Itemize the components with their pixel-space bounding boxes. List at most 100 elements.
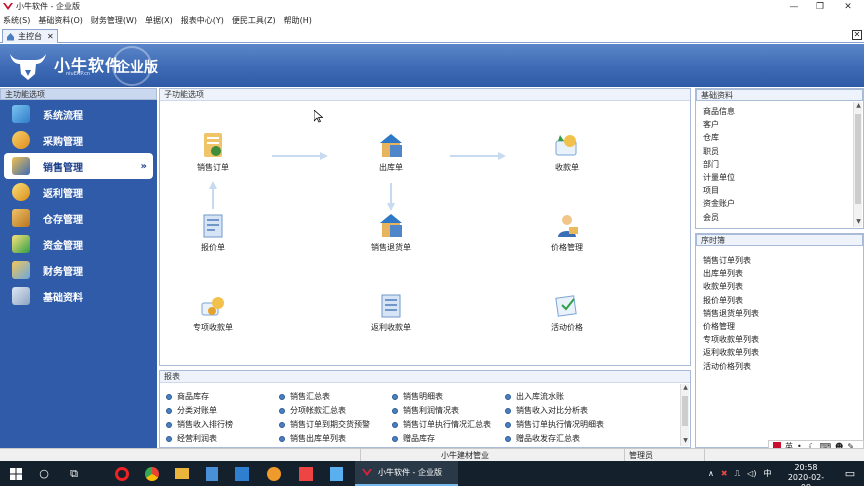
scroll-up-icon[interactable]: ▲ bbox=[854, 102, 863, 111]
sequence-link[interactable]: 返利收款单列表 bbox=[703, 346, 863, 359]
node-receipt[interactable]: 收款单 bbox=[532, 131, 602, 173]
report-link[interactable]: 销售出库单列表 bbox=[279, 433, 392, 444]
app-paper-icon[interactable] bbox=[326, 464, 346, 483]
report-link[interactable]: 分项帐款汇总表 bbox=[279, 405, 392, 416]
taskbar-clock[interactable]: 20:58 2020-02-09 bbox=[786, 463, 826, 486]
base-data-link[interactable]: 客户 bbox=[703, 118, 863, 131]
node-sales-return[interactable]: 销售退货单 bbox=[356, 211, 426, 253]
windows-start-icon[interactable] bbox=[6, 464, 26, 483]
report-bullet-icon bbox=[392, 407, 398, 414]
rebate-receipt-icon bbox=[381, 294, 401, 318]
nav-item-rebate[interactable]: 返利管理 bbox=[0, 179, 157, 205]
nav-item-funds[interactable]: 资金管理 bbox=[0, 231, 157, 257]
sequence-panel: 序时簿 销售订单列表 出库单列表 收款单列表 报价单列表 销售退货单列表 价格管… bbox=[695, 233, 864, 448]
report-link[interactable]: 商品库存 bbox=[166, 391, 279, 402]
minimize-icon[interactable]: — bbox=[780, 0, 808, 13]
report-link[interactable]: 销售收入对比分析表 bbox=[505, 405, 625, 416]
volume-icon[interactable]: ◁) bbox=[747, 469, 756, 478]
scroll-thumb[interactable] bbox=[682, 396, 688, 426]
report-link[interactable]: 销售汇总表 bbox=[279, 391, 392, 402]
search-icon[interactable]: ○ bbox=[34, 464, 54, 483]
sequence-link[interactable]: 销售退货单列表 bbox=[703, 307, 863, 320]
base-data-link[interactable]: 项目 bbox=[703, 184, 863, 197]
report-link[interactable]: 销售订单执行情况明细表 bbox=[505, 419, 625, 430]
node-rebate-receipt[interactable]: 返利收款单 bbox=[356, 291, 426, 333]
taskbar-active-app[interactable]: 小牛软件 - 企业版 bbox=[355, 461, 458, 486]
sequence-link[interactable]: 活动价格列表 bbox=[703, 360, 863, 373]
sequence-link[interactable]: 专项收款单列表 bbox=[703, 333, 863, 346]
scroll-down-icon[interactable]: ▼ bbox=[854, 218, 863, 227]
base-data-link[interactable]: 会员 bbox=[703, 211, 863, 224]
node-special-receipt[interactable]: 专项收款单 bbox=[178, 291, 248, 333]
report-link[interactable]: 销售订单执行情况汇总表 bbox=[392, 419, 505, 430]
report-scrollbar[interactable]: ▲ ▼ bbox=[680, 384, 689, 446]
base-data-link[interactable]: 商品信息 bbox=[703, 105, 863, 118]
base-data-link[interactable]: 资金账户 bbox=[703, 197, 863, 210]
tab-dashboard[interactable]: 主控台 ✕ bbox=[2, 29, 58, 43]
sequence-link[interactable]: 出库单列表 bbox=[703, 267, 863, 280]
app-video-icon[interactable] bbox=[296, 464, 316, 483]
input-language-indicator[interactable]: 中 bbox=[763, 468, 771, 479]
app-logo-icon bbox=[3, 2, 13, 10]
scroll-thumb[interactable] bbox=[855, 114, 861, 204]
tray-app-icon[interactable]: ✖ bbox=[721, 469, 728, 478]
nav-item-system-flow[interactable]: 系统流程 bbox=[0, 101, 157, 127]
sequence-link[interactable]: 报价单列表 bbox=[703, 294, 863, 307]
notification-icon[interactable]: ▭ bbox=[840, 464, 860, 483]
base-data-link[interactable]: 职员 bbox=[703, 145, 863, 158]
base-data-link[interactable]: 仓库 bbox=[703, 131, 863, 144]
report-bullet-icon bbox=[279, 421, 285, 428]
report-link[interactable]: 出入库流水账 bbox=[505, 391, 625, 402]
close-icon[interactable]: ✕ bbox=[834, 0, 862, 13]
sequence-link[interactable]: 收款单列表 bbox=[703, 280, 863, 293]
scroll-down-icon[interactable]: ▼ bbox=[681, 437, 690, 446]
node-sales-order[interactable]: 销售订单 bbox=[178, 131, 248, 173]
node-promo-price[interactable]: 活动价格 bbox=[532, 291, 602, 333]
restore-icon[interactable]: ❐ bbox=[806, 0, 834, 13]
report-link[interactable]: 销售明细表 bbox=[392, 391, 505, 402]
sequence-link[interactable]: 销售订单列表 bbox=[703, 254, 863, 267]
base-data-scrollbar[interactable]: ▲ ▼ bbox=[853, 102, 862, 227]
app-red-icon[interactable] bbox=[112, 464, 132, 483]
report-link[interactable]: 分类对账单 bbox=[166, 405, 279, 416]
network-icon[interactable]: ⎍ bbox=[735, 469, 741, 479]
nav-item-warehouse[interactable]: 仓存管理 bbox=[0, 205, 157, 231]
nav-item-finance[interactable]: 财务管理 bbox=[0, 257, 157, 283]
report-link[interactable]: 销售订单到期交货预警 bbox=[279, 419, 392, 430]
menu-finance[interactable]: 财务管理(W) bbox=[91, 15, 137, 26]
app-tile-icon[interactable] bbox=[232, 464, 252, 483]
base-data-link[interactable]: 部门 bbox=[703, 158, 863, 171]
report-link[interactable]: 销售利润情况表 bbox=[392, 405, 505, 416]
menu-help[interactable]: 帮助(H) bbox=[284, 15, 312, 26]
node-quotation[interactable]: 报价单 bbox=[178, 211, 248, 253]
menu-tools[interactable]: 便民工具(Z) bbox=[232, 15, 276, 26]
app-orange-icon[interactable] bbox=[264, 464, 284, 483]
report-link[interactable]: 赠品库存 bbox=[392, 433, 505, 444]
tray-chevron-icon[interactable]: ∧ bbox=[708, 469, 714, 478]
file-explorer-icon[interactable] bbox=[172, 464, 192, 483]
sequence-link[interactable]: 价格管理 bbox=[703, 320, 863, 333]
nav-item-label: 仓存管理 bbox=[43, 214, 83, 226]
node-outbound[interactable]: 出库单 bbox=[356, 131, 426, 173]
menu-base-data[interactable]: 基础资料(O) bbox=[38, 15, 83, 26]
nav-item-purchase[interactable]: 采购管理 bbox=[0, 127, 157, 153]
report-link[interactable]: 赠品收发存汇总表 bbox=[505, 433, 625, 444]
menu-system[interactable]: 系统(S) bbox=[3, 15, 30, 26]
node-price-management[interactable]: 价格管理 bbox=[532, 211, 602, 253]
menu-reports[interactable]: 报表中心(Y) bbox=[181, 15, 224, 26]
chrome-icon[interactable] bbox=[142, 464, 162, 483]
report-link[interactable]: 销售收入排行榜 bbox=[166, 419, 279, 430]
scroll-up-icon[interactable]: ▲ bbox=[681, 384, 690, 393]
menu-documents[interactable]: 单据(X) bbox=[145, 15, 173, 26]
task-view-icon[interactable]: ⧉ bbox=[64, 464, 84, 483]
close-all-tabs-icon[interactable]: ✕ bbox=[852, 30, 862, 40]
nav-item-label: 财务管理 bbox=[43, 266, 83, 278]
calculator-icon[interactable] bbox=[202, 464, 222, 483]
nav-item-base-data[interactable]: 基础资料 bbox=[0, 283, 157, 309]
process-flow: 销售订单 出库单 收款单 报价单 销售退货单 价格管理 专项收款单 返利收款单 … bbox=[160, 103, 690, 365]
base-data-link[interactable]: 计量单位 bbox=[703, 171, 863, 184]
nav-item-sales[interactable]: 销售管理 » bbox=[4, 153, 153, 179]
report-link[interactable]: 经营利润表 bbox=[166, 433, 279, 444]
tab-close-icon[interactable]: ✕ bbox=[47, 32, 54, 41]
report-bullet-icon bbox=[505, 421, 511, 428]
